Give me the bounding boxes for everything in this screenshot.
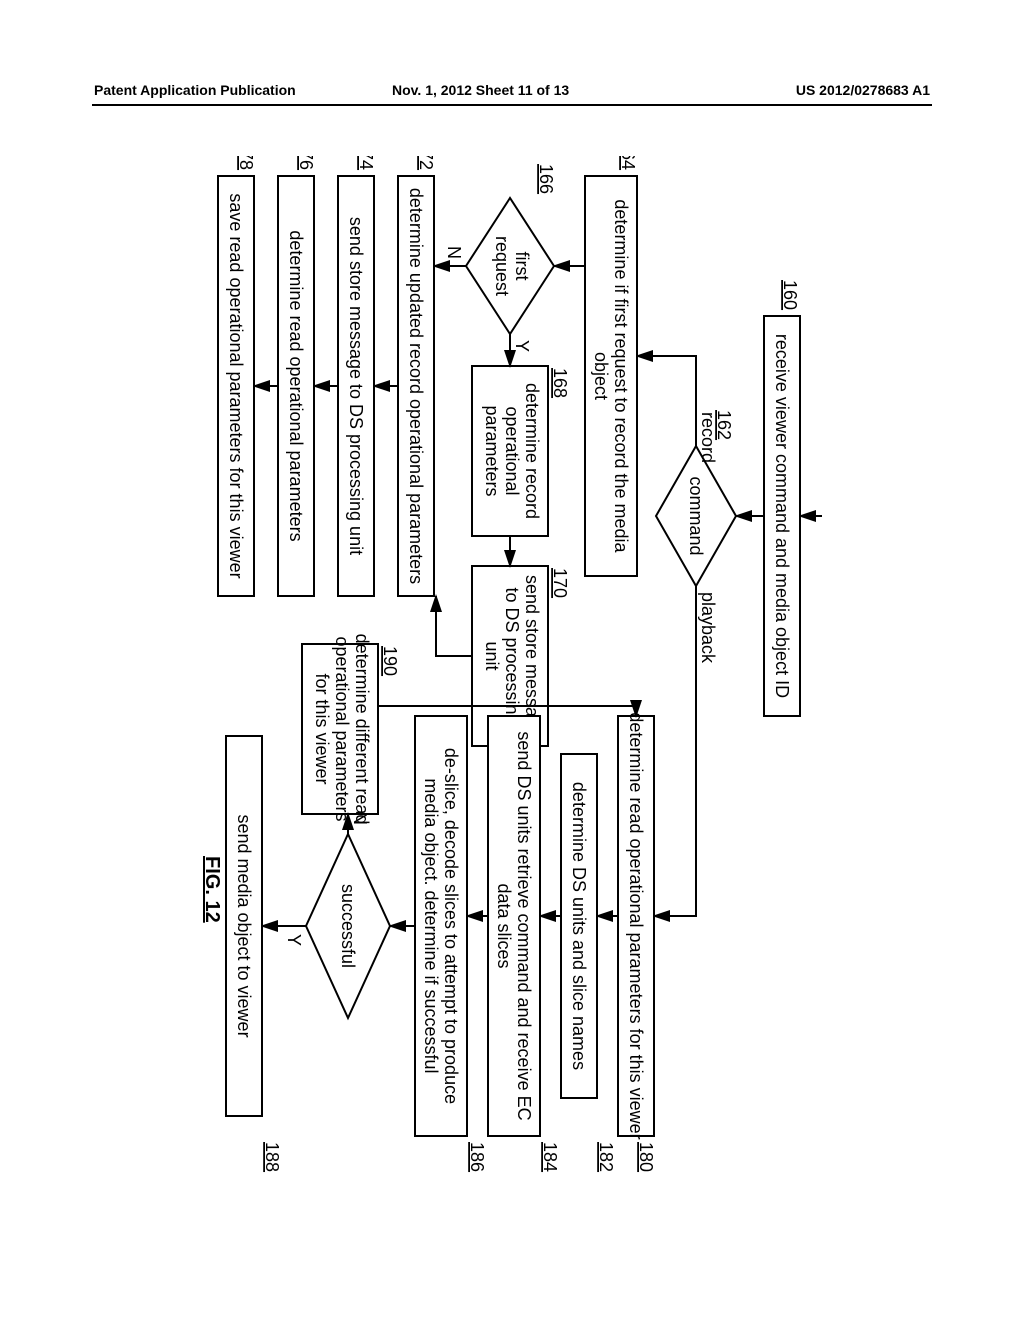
- header-right: US 2012/0278683 A1: [796, 82, 930, 98]
- ref-176: 176: [296, 156, 316, 170]
- decision-162-label: command: [686, 476, 706, 555]
- arrow-170-172: [436, 596, 472, 656]
- s174-t: send store message to DS processing unit: [346, 217, 366, 555]
- s168-2: operational: [502, 406, 522, 495]
- header-middle: Nov. 1, 2012 Sheet 11 of 13: [392, 82, 569, 98]
- figure-label: FIG. 12: [202, 856, 223, 923]
- s180-t: determine read operational parameters fo…: [626, 712, 646, 1139]
- lbl-record: record: [698, 412, 718, 463]
- d166-l2: request: [492, 236, 512, 296]
- flowchart-svg: receive viewer command and media object …: [202, 156, 822, 1201]
- d-success-label: successful: [338, 884, 358, 968]
- ref-160: 160: [780, 280, 800, 310]
- s188-t: send media object to viewer: [234, 814, 254, 1037]
- lbl-succ-Y: Y: [284, 934, 304, 946]
- ref-168: 168: [550, 368, 570, 398]
- s184-2: data slices: [494, 883, 514, 968]
- s168-3: parameters: [482, 405, 502, 496]
- lbl-166-Y: Y: [512, 340, 532, 352]
- s190-3: for this viewer: [312, 673, 332, 784]
- ref-172: 172: [416, 156, 436, 170]
- s176-t: determine read operational parameters: [286, 230, 306, 541]
- ref-166: 166: [536, 164, 556, 194]
- ref-190: 190: [380, 646, 400, 676]
- step-164-text1: determine if first request to record the…: [611, 199, 631, 553]
- s182-t: determine DS units and slice names: [569, 782, 589, 1070]
- header-left: Patent Application Publication: [94, 82, 296, 98]
- s168-1: determine record: [522, 383, 542, 519]
- s186-1: de-slice, decode slices to attempt to pr…: [441, 748, 461, 1104]
- step-164-text2: object: [591, 352, 611, 400]
- ref-182: 182: [596, 1142, 616, 1172]
- ref-178: 178: [236, 156, 256, 170]
- arrow-162-180: [654, 586, 696, 916]
- ref-180: 180: [636, 1142, 656, 1172]
- s190-2: operational parameters: [332, 636, 352, 821]
- arrow-162-164: [637, 356, 696, 446]
- ref-170: 170: [550, 568, 570, 598]
- ref-188: 188: [262, 1142, 282, 1172]
- ref-174: 174: [356, 156, 376, 170]
- s178-t: save read operational parameters for thi…: [226, 193, 246, 578]
- lbl-playback: playback: [698, 592, 718, 664]
- s170-2: to DS processing: [502, 587, 522, 724]
- d166-l1: first: [512, 252, 532, 281]
- s170-3: unit: [482, 641, 502, 670]
- flowchart-figure: receive viewer command and media object …: [0, 156, 822, 776]
- page: Patent Application Publication Nov. 1, 2…: [92, 60, 932, 1260]
- page-header: Patent Application Publication Nov. 1, 2…: [92, 82, 932, 106]
- ref-186: 186: [467, 1142, 487, 1172]
- step-160-text: receive viewer command and media object …: [772, 334, 792, 698]
- s184-1: send DS units retrieve command and recei…: [514, 731, 534, 1120]
- s186-2: media object. determine if successful: [421, 778, 441, 1073]
- s170-1: send store message: [522, 575, 542, 737]
- ref-184: 184: [540, 1142, 560, 1172]
- s190-1: determine different read: [352, 634, 372, 825]
- lbl-166-N: N: [444, 246, 464, 259]
- s172-t: determine updated record operational par…: [406, 188, 426, 584]
- ref-164: 164: [618, 156, 638, 170]
